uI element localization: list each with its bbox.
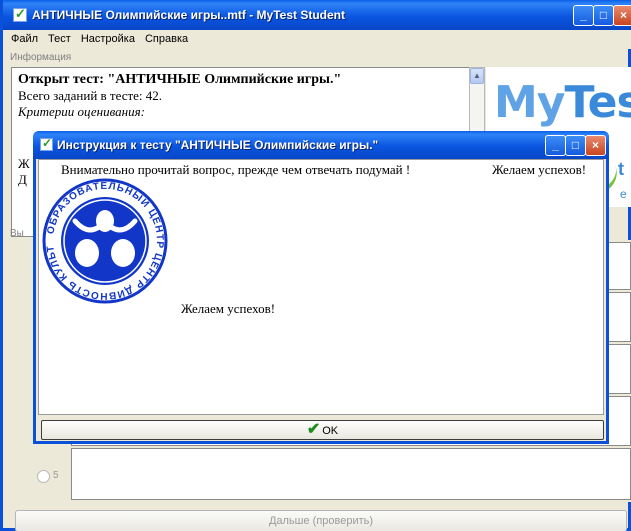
scroll-up-icon[interactable]: ▲ <box>470 68 484 84</box>
instruction-dialog: Инструкция к тесту "АНТИЧНЫЕ Олимпийские… <box>33 131 609 444</box>
minimize-button[interactable]: _ <box>573 5 594 26</box>
answer-box-5[interactable] <box>71 448 631 500</box>
logo-partial-t: t <box>618 159 624 179</box>
info-total-tasks: Всего заданий в тесте: 42. <box>18 88 163 103</box>
maximize-button[interactable]: □ <box>593 5 614 26</box>
mytest-logo: MyTest <box>494 77 631 128</box>
dialog-body: Внимательно прочитай вопрос, прежде чем … <box>38 159 604 415</box>
info-opened-test: Открыт тест: "АНТИЧНЫЕ Олимпийские игры.… <box>18 72 342 87</box>
dialog-wish-top: Желаем успехов! <box>492 162 587 177</box>
info-criteria: Критерии оценивания: <box>18 104 145 119</box>
dialog-wish-text: Желаем успехов! <box>181 301 276 316</box>
dialog-app-icon <box>40 136 53 151</box>
education-center-seal: ОБРАЗОВАТЕЛЬНЫЙ ЦЕНТР ЦЕНТР ДИВНОСТЬ КУЛ… <box>41 177 168 304</box>
logo-partial-e: e <box>620 187 627 201</box>
choices-label: Вы <box>10 228 24 239</box>
menu-settings[interactable]: Настройка <box>76 30 140 45</box>
answer-number-5: 5 <box>53 470 59 481</box>
close-button[interactable]: × <box>613 5 631 26</box>
app-icon <box>13 6 27 22</box>
check-icon: ✔ <box>306 421 321 438</box>
dialog-minimize-button[interactable]: _ <box>545 135 566 156</box>
menu-test[interactable]: Тест <box>43 30 76 45</box>
menu-bar: Файл Тест Настройка Справка <box>6 30 631 49</box>
dialog-maximize-button[interactable]: □ <box>565 135 586 156</box>
info-section-label: Информация <box>10 52 72 63</box>
main-window-title: АНТИЧНЫЕ Олимпийские игры..mtf - MyTest … <box>32 8 345 22</box>
ok-button[interactable]: ✔ OK <box>41 420 604 440</box>
dialog-titlebar[interactable]: Инструкция к тесту "АНТИЧНЫЕ Олимпийские… <box>33 131 609 159</box>
menu-file[interactable]: Файл <box>6 30 43 45</box>
menu-help[interactable]: Справка <box>140 30 193 45</box>
main-titlebar[interactable]: АНТИЧНЫЕ Олимпийские игры..mtf - MyTest … <box>3 0 631 30</box>
dialog-instruction-text: Внимательно прочитай вопрос, прежде чем … <box>61 162 411 177</box>
dialog-close-button[interactable]: × <box>585 135 606 156</box>
ok-button-label: OK <box>322 425 339 437</box>
answer-radio-5[interactable] <box>37 470 50 483</box>
dialog-title: Инструкция к тесту "АНТИЧНЫЕ Олимпийские… <box>57 138 379 152</box>
next-check-button[interactable]: Дальше (проверить) <box>15 510 627 531</box>
